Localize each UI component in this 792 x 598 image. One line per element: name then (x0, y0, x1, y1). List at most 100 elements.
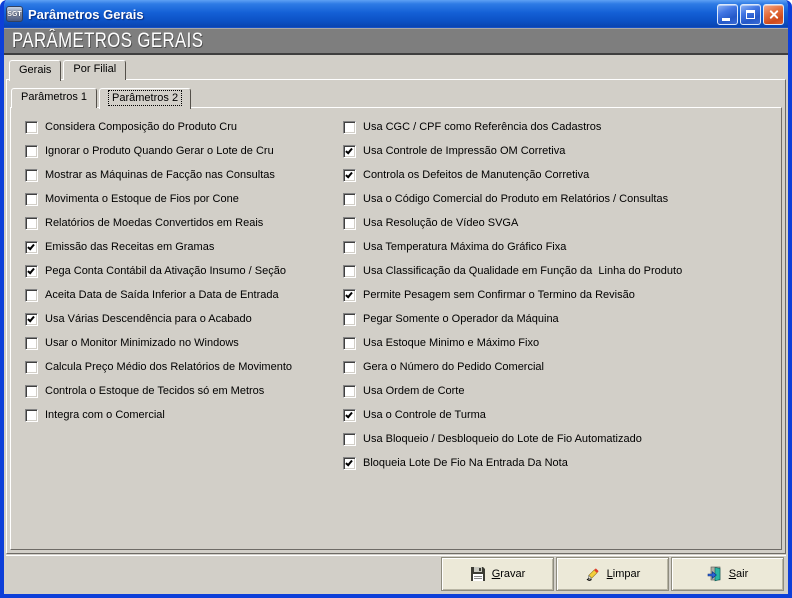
checkbox[interactable] (25, 313, 38, 326)
checkbox-row[interactable]: Integra com o Comercial (25, 408, 292, 432)
checkbox-label: Usa Temperatura Máxima do Gráfico Fixa (363, 240, 566, 255)
maximize-icon (746, 10, 755, 19)
checkbox[interactable] (25, 193, 38, 206)
checkbox[interactable] (343, 145, 356, 158)
checkbox[interactable] (25, 409, 38, 422)
checkbox-row[interactable]: Ignorar o Produto Quando Gerar o Lote de… (25, 144, 292, 168)
checkbox-row[interactable]: Calcula Preço Médio dos Relatórios de Mo… (25, 360, 292, 384)
checkbox-row[interactable]: Movimenta o Estoque de Fios por Cone (25, 192, 292, 216)
checkbox-row[interactable]: Controla os Defeitos de Manutenção Corre… (343, 168, 682, 192)
content-area: Gerais Por Filial Parâmetros 1 Parâmetro… (4, 55, 788, 594)
checkmark-icon (345, 171, 353, 179)
checkbox-row[interactable]: Gera o Número do Pedido Comercial (343, 360, 682, 384)
checkbox-row[interactable]: Relatórios de Moedas Convertidos em Reai… (25, 216, 292, 240)
tab-parametros-1[interactable]: Parâmetros 1 (11, 88, 97, 108)
outer-tabstrip: Gerais Por Filial (9, 57, 128, 80)
checkbox[interactable] (343, 433, 356, 446)
tab-gerais[interactable]: Gerais (9, 60, 61, 81)
checkbox-label: Considera Composição do Produto Cru (45, 120, 237, 135)
checkbox-row[interactable]: Usa Várias Descendência para o Acabado (25, 312, 292, 336)
checkbox[interactable] (25, 217, 38, 230)
checkbox[interactable] (343, 169, 356, 182)
footer-bar: Gravar Limpar (6, 555, 786, 592)
checkbox-column-left: Considera Composição do Produto Cru Igno… (25, 120, 292, 432)
checkbox-row[interactable]: Controla o Estoque de Tecidos só em Metr… (25, 384, 292, 408)
checkbox-label: Controla os Defeitos de Manutenção Corre… (363, 168, 589, 183)
gravar-button[interactable]: Gravar (441, 557, 554, 591)
inner-tabstrip: Parâmetros 1 Parâmetros 2 (11, 84, 193, 108)
header-band: PARÂMETROS GERAIS (4, 28, 788, 55)
checkbox[interactable] (343, 409, 356, 422)
checkbox[interactable] (25, 121, 38, 134)
checkbox[interactable] (343, 121, 356, 134)
checkmark-icon (27, 315, 35, 323)
checkbox[interactable] (343, 457, 356, 470)
checkbox[interactable] (25, 289, 38, 302)
checkbox[interactable] (343, 313, 356, 326)
checkbox-row[interactable]: Considera Composição do Produto Cru (25, 120, 292, 144)
tab-por-filial[interactable]: Por Filial (63, 60, 126, 80)
checkbox[interactable] (25, 385, 38, 398)
checkmark-icon (345, 459, 353, 467)
checkbox-label: Bloqueia Lote De Fio Na Entrada Da Nota (363, 456, 568, 471)
checkbox-row[interactable]: Pega Conta Contábil da Ativação Insumo /… (25, 264, 292, 288)
sair-button[interactable]: Sair (671, 557, 784, 591)
checkbox-label: Usa Bloqueio / Desbloqueio do Lote de Fi… (363, 432, 642, 447)
checkbox[interactable] (25, 241, 38, 254)
title-bar[interactable]: SGT Parâmetros Gerais (0, 0, 792, 28)
app-logo-icon: SGT (6, 6, 23, 22)
checkbox-row[interactable]: Usa Temperatura Máxima do Gráfico Fixa (343, 240, 682, 264)
tab-parametros-2-label: Parâmetros 2 (109, 91, 181, 105)
checkbox-row[interactable]: Usa o Código Comercial do Produto em Rel… (343, 192, 682, 216)
checkbox-row[interactable]: Usa Classificação da Qualidade em Função… (343, 264, 682, 288)
checkbox-row[interactable]: Aceita Data de Saída Inferior a Data de … (25, 288, 292, 312)
checkbox-row[interactable]: Usa Ordem de Corte (343, 384, 682, 408)
window-controls (717, 4, 784, 25)
checkbox[interactable] (343, 385, 356, 398)
checkbox-row[interactable]: Emissão das Receitas em Gramas (25, 240, 292, 264)
checkbox-label: Usa Várias Descendência para o Acabado (45, 312, 252, 327)
checkbox-label: Movimenta o Estoque de Fios por Cone (45, 192, 239, 207)
checkbox-label: Gera o Número do Pedido Comercial (363, 360, 544, 375)
checkbox[interactable] (25, 265, 38, 278)
checkbox[interactable] (343, 265, 356, 278)
checkbox-label: Usar o Monitor Minimizado no Windows (45, 336, 239, 351)
save-floppy-icon (470, 566, 486, 582)
checkbox-label: Usa o Código Comercial do Produto em Rel… (363, 192, 668, 207)
checkbox[interactable] (343, 361, 356, 374)
checkbox-row[interactable]: Usa Bloqueio / Desbloqueio do Lote de Fi… (343, 432, 682, 456)
minimize-button[interactable] (717, 4, 738, 25)
checkbox[interactable] (343, 337, 356, 350)
checkbox[interactable] (343, 289, 356, 302)
close-button[interactable] (763, 4, 784, 25)
limpar-label: Limpar (607, 568, 641, 580)
checkbox-row[interactable]: Usa o Controle de Turma (343, 408, 682, 432)
checkbox[interactable] (25, 361, 38, 374)
checkbox-row[interactable]: Bloqueia Lote De Fio Na Entrada Da Nota (343, 456, 682, 480)
checkbox[interactable] (343, 217, 356, 230)
checkbox[interactable] (25, 145, 38, 158)
checkbox-row[interactable]: Usa Resolução de Vídeo SVGA (343, 216, 682, 240)
checkbox[interactable] (25, 169, 38, 182)
tab-parametros-2[interactable]: Parâmetros 2 (99, 88, 191, 109)
gerais-tab-page: Parâmetros 1 Parâmetros 2 Considera Comp… (6, 79, 786, 554)
checkbox-label: Usa CGC / CPF como Referência dos Cadast… (363, 120, 601, 135)
checkbox-row[interactable]: Usa Controle de Impressão OM Corretiva (343, 144, 682, 168)
checkbox-label: Controla o Estoque de Tecidos só em Metr… (45, 384, 264, 399)
checkbox-label: Usa o Controle de Turma (363, 408, 486, 423)
checkbox[interactable] (343, 193, 356, 206)
checkbox-label: Integra com o Comercial (45, 408, 165, 423)
checkbox-label: Ignorar o Produto Quando Gerar o Lote de… (45, 144, 274, 159)
gravar-label: Gravar (492, 568, 526, 580)
checkbox-row[interactable]: Usa Estoque Minimo e Máximo Fixo (343, 336, 682, 360)
checkbox-row[interactable]: Pegar Somente o Operador da Máquina (343, 312, 682, 336)
checkbox[interactable] (25, 337, 38, 350)
checkbox[interactable] (343, 241, 356, 254)
checkbox-row[interactable]: Permite Pesagem sem Confirmar o Termino … (343, 288, 682, 312)
checkbox-row[interactable]: Usar o Monitor Minimizado no Windows (25, 336, 292, 360)
clear-eraser-icon (585, 566, 601, 582)
checkbox-row[interactable]: Usa CGC / CPF como Referência dos Cadast… (343, 120, 682, 144)
maximize-button[interactable] (740, 4, 761, 25)
limpar-button[interactable]: Limpar (556, 557, 669, 591)
checkbox-row[interactable]: Mostrar as Máquinas de Facção nas Consul… (25, 168, 292, 192)
